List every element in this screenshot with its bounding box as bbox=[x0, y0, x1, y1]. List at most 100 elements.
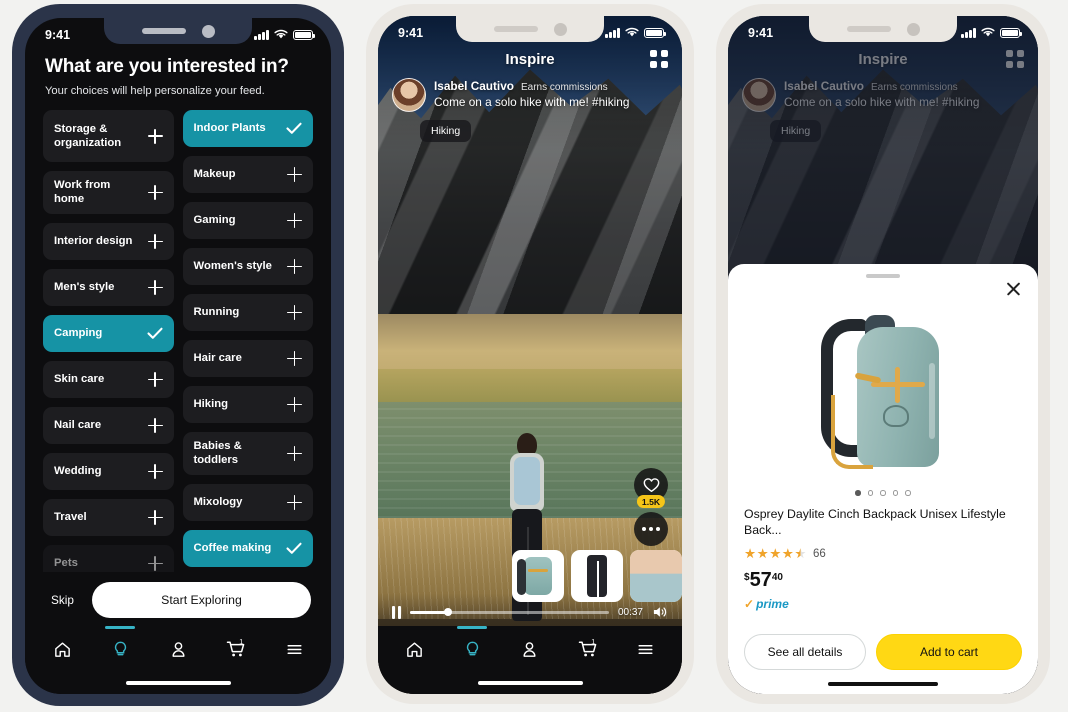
home-indicator-area-3 bbox=[744, 682, 1022, 694]
tab-menu[interactable] bbox=[624, 626, 666, 672]
interest-chip-wedding[interactable]: Wedding bbox=[43, 452, 174, 490]
tab-menu[interactable] bbox=[273, 626, 315, 672]
sheet-drag-handle[interactable] bbox=[866, 274, 900, 278]
interest-chip-travel[interactable]: Travel bbox=[43, 498, 174, 536]
interest-chip-gaming[interactable]: Gaming bbox=[182, 202, 313, 239]
interest-chip-hair-care[interactable]: Hair care bbox=[182, 340, 313, 377]
status-time: 9:41 bbox=[748, 25, 774, 40]
tab-inspire[interactable] bbox=[99, 626, 141, 672]
creator-text: Isabel Cautivo Earns commissions Come on… bbox=[434, 78, 629, 111]
interest-chip-work-from-home[interactable]: Work from home bbox=[43, 171, 174, 214]
carousel-dot-4[interactable] bbox=[892, 490, 899, 496]
volume-on-icon[interactable] bbox=[652, 605, 668, 619]
interest-chip-nail-care[interactable]: Nail care bbox=[43, 406, 174, 444]
product-thumbnail-pants[interactable] bbox=[571, 550, 623, 602]
phone-notch-1 bbox=[104, 18, 252, 44]
creator-name[interactable]: Isabel Cautivo bbox=[434, 79, 514, 93]
video-progress-bar[interactable] bbox=[410, 608, 609, 616]
tab-account[interactable] bbox=[157, 626, 199, 672]
battery-full-icon bbox=[644, 27, 666, 38]
chip-label: Pets bbox=[54, 557, 78, 570]
chip-label: Makeup bbox=[193, 168, 236, 181]
phone-notch-2 bbox=[456, 16, 604, 42]
plus-icon bbox=[287, 397, 302, 412]
product-thumbnail-top[interactable] bbox=[630, 550, 682, 602]
chip-label: Skin care bbox=[54, 373, 105, 386]
rating-count[interactable]: 66 bbox=[813, 548, 826, 560]
interest-chip-makeup[interactable]: Makeup bbox=[182, 156, 313, 193]
interest-chip-skin-care[interactable]: Skin care bbox=[43, 360, 174, 398]
earpiece-speaker bbox=[846, 26, 891, 32]
cellular-bars-icon bbox=[605, 27, 620, 38]
cart-icon: 1 bbox=[226, 639, 245, 657]
add-to-cart-button[interactable]: Add to cart bbox=[876, 634, 1022, 670]
more-options-button[interactable] bbox=[634, 512, 668, 546]
video-timestamp: 00:37 bbox=[617, 606, 643, 618]
feed-title-row: Inspire bbox=[378, 46, 682, 72]
chip-label: Indoor Plants bbox=[193, 122, 266, 135]
plus-icon bbox=[147, 233, 163, 249]
home-indicator[interactable] bbox=[477, 681, 583, 685]
interest-chip-pets[interactable]: Pets bbox=[43, 544, 174, 572]
interest-chip-hiking[interactable]: Hiking bbox=[182, 386, 313, 423]
grid-view-icon[interactable] bbox=[650, 50, 668, 68]
close-icon[interactable] bbox=[1005, 280, 1022, 297]
plus-icon bbox=[147, 184, 163, 200]
carousel-dot-3[interactable] bbox=[880, 490, 886, 496]
chip-label: Storage & organization bbox=[54, 122, 122, 149]
product-thumbnail-backpack[interactable] bbox=[512, 550, 564, 602]
interest-chip-storage-organization[interactable]: Storage & organization bbox=[43, 110, 174, 162]
bottom-tab-bar-2: 1 bbox=[378, 626, 682, 672]
price-whole: 57 bbox=[749, 568, 772, 591]
lightbulb-icon bbox=[466, 641, 478, 655]
tab-home[interactable] bbox=[394, 626, 436, 672]
pause-icon[interactable] bbox=[392, 605, 402, 619]
video-player-controls: 00:37 bbox=[378, 598, 682, 626]
tab-cart[interactable]: 1 bbox=[567, 626, 609, 672]
tab-home[interactable] bbox=[41, 626, 83, 672]
rating-row[interactable]: ★★★★★ 66 bbox=[744, 546, 1022, 562]
tab-account[interactable] bbox=[509, 626, 551, 672]
interest-chip-running[interactable]: Running bbox=[182, 294, 313, 331]
avatar[interactable] bbox=[392, 78, 426, 112]
interest-chip-coffee-making[interactable]: Coffee making bbox=[182, 529, 313, 567]
interest-chip-mixology[interactable]: Mixology bbox=[182, 483, 313, 521]
product-image[interactable] bbox=[744, 298, 1022, 480]
bottom-tab-bar-1: 1 bbox=[25, 626, 331, 672]
plus-icon bbox=[287, 305, 302, 320]
progress-fill bbox=[410, 610, 449, 614]
like-button[interactable]: 1.5K bbox=[634, 468, 668, 508]
carousel-dot-2[interactable] bbox=[867, 490, 874, 496]
product-title[interactable]: Osprey Daylite Cinch Backpack Unisex Lif… bbox=[744, 506, 1022, 539]
interest-chip-babies-toddlers[interactable]: Babies & toddlers bbox=[182, 432, 313, 475]
plus-icon bbox=[147, 279, 163, 295]
carousel-dot-1[interactable] bbox=[855, 490, 861, 496]
heart-icon bbox=[643, 478, 659, 493]
see-all-details-button[interactable]: See all details bbox=[744, 634, 866, 670]
cellular-bars-icon bbox=[961, 27, 976, 38]
battery-full-icon bbox=[293, 29, 315, 40]
chip-label: Travel bbox=[54, 511, 87, 524]
earpiece-speaker bbox=[141, 28, 186, 34]
home-indicator[interactable] bbox=[125, 681, 231, 685]
page-title: What are you interested in? bbox=[45, 56, 289, 77]
home-indicator[interactable] bbox=[828, 682, 938, 686]
topic-tag-hiking[interactable]: Hiking bbox=[420, 120, 472, 142]
plus-icon bbox=[147, 417, 163, 433]
interests-page: What are you interested in? Your choices… bbox=[25, 18, 331, 694]
interest-chip-mens-style[interactable]: Men's style bbox=[43, 268, 174, 306]
skip-button[interactable]: Skip bbox=[45, 585, 80, 615]
chip-label: Coffee making bbox=[193, 542, 272, 555]
progress-knob[interactable] bbox=[444, 608, 453, 616]
tab-cart[interactable]: 1 bbox=[215, 626, 257, 672]
chip-label: Hiking bbox=[193, 398, 229, 411]
interest-chip-camping[interactable]: Camping bbox=[43, 314, 174, 352]
status-icons bbox=[254, 29, 315, 40]
interest-chip-indoor-plants[interactable]: Indoor Plants bbox=[182, 110, 313, 147]
carousel-dot-5[interactable] bbox=[905, 490, 911, 496]
start-exploring-button[interactable]: Start Exploring bbox=[91, 582, 311, 618]
interest-chip-womens-style[interactable]: Women's style bbox=[182, 248, 313, 285]
tab-inspire[interactable] bbox=[451, 626, 493, 672]
interest-chip-grid: Storage & organization Work from home In… bbox=[25, 110, 331, 572]
interest-chip-interior-design[interactable]: Interior design bbox=[43, 222, 174, 260]
